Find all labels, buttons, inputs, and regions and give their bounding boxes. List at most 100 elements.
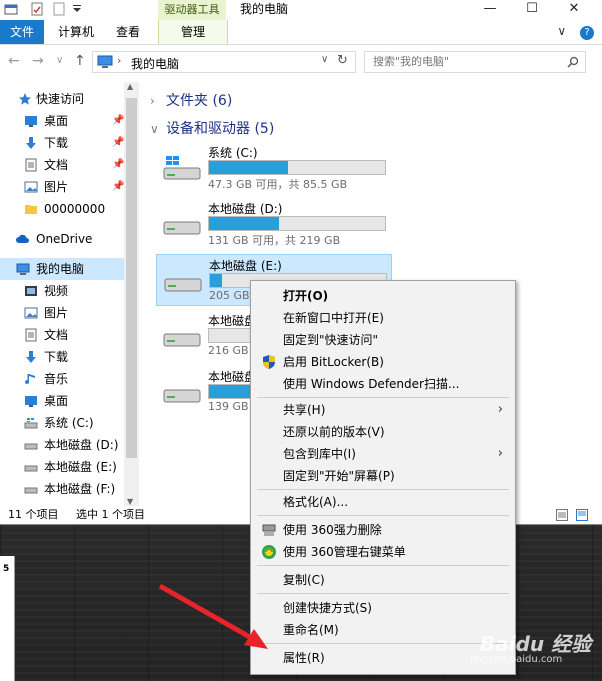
large-icons-view-icon[interactable] xyxy=(576,509,588,521)
maximize-button[interactable]: ☐ xyxy=(512,0,552,18)
menu-item-include-library[interactable]: 包含到库中(I) › xyxy=(251,443,515,465)
refresh-icon[interactable]: ↻ xyxy=(337,53,348,68)
menu-item-pin-start[interactable]: 固定到"开始"屏幕(P) xyxy=(251,465,515,487)
devices-group-header[interactable]: ∨ 设备和驱动器 (5) xyxy=(150,118,274,138)
close-button[interactable]: ✕ xyxy=(554,0,594,18)
folders-group-header[interactable]: › 文件夹 (6) xyxy=(150,90,232,110)
nav-item-downloads[interactable]: 下载 xyxy=(0,346,124,368)
expand-ribbon-icon[interactable]: ∨ xyxy=(557,24,566,38)
folder-icon xyxy=(25,205,37,214)
drive-space-info: 216 GB xyxy=(208,344,249,357)
selection-count: 选中 1 个项目 xyxy=(76,508,145,521)
tab-computer[interactable]: 计算机 xyxy=(54,20,98,44)
nav-item-folder-00000000[interactable]: 00000000 xyxy=(0,198,124,220)
navigation-scrollbar[interactable]: ▲ ▼ xyxy=(124,82,139,506)
nav-item-drive-f[interactable]: 本地磁盘 (F:) xyxy=(0,478,124,500)
properties-icon[interactable] xyxy=(30,2,44,16)
shredder-icon xyxy=(262,524,276,536)
tab-view[interactable]: 查看 xyxy=(108,20,148,44)
chevron-down-icon: ∨ xyxy=(150,122,159,136)
search-icon[interactable] xyxy=(567,56,579,68)
address-bar[interactable]: › 我的电脑 ∨ ↻ xyxy=(92,51,356,73)
drive-c[interactable]: 系统 (C:) 47.3 GB 可用，共 85.5 GB xyxy=(156,142,390,192)
video-icon xyxy=(25,286,37,296)
scroll-up-icon[interactable]: ▲ xyxy=(127,82,133,91)
nav-item-drive-d[interactable]: 本地磁盘 (D:) xyxy=(0,434,124,456)
scrollbar-thumb[interactable] xyxy=(126,98,137,458)
chevron-right-icon: › xyxy=(150,94,155,108)
pin-icon: 📌 xyxy=(112,159,124,170)
menu-item-copy[interactable]: 复制(C) xyxy=(251,569,515,591)
forward-arrow-icon[interactable]: → xyxy=(32,53,44,69)
menu-item-360-delete[interactable]: 使用 360强力删除 xyxy=(251,519,515,541)
tab-manage[interactable]: 管理 xyxy=(158,20,228,44)
menu-item-format[interactable]: 格式化(A)... xyxy=(251,491,515,513)
nav-item-drive-c[interactable]: 系统 (C:) xyxy=(0,412,124,434)
nav-item-onedrive[interactable]: OneDrive xyxy=(0,228,124,250)
new-folder-icon[interactable] xyxy=(52,2,66,16)
drive-name: 本地磁盘 (D:) xyxy=(208,202,283,216)
menu-item-share[interactable]: 共享(H) › xyxy=(251,399,515,421)
menu-item-360-manage[interactable]: 使用 360管理右键菜单 xyxy=(251,541,515,563)
menu-item-pin-quick-access[interactable]: 固定到"快速访问" xyxy=(251,329,515,351)
menu-item-open[interactable]: 打开(O) xyxy=(251,285,515,307)
drive-space-info: 205 GB xyxy=(209,289,250,302)
document-icon xyxy=(25,158,37,172)
drive-tools-tab-title: 驱动器工具 xyxy=(158,0,226,20)
up-arrow-icon[interactable]: ↑ xyxy=(74,53,86,69)
scroll-down-icon[interactable]: ▼ xyxy=(127,497,133,506)
menu-item-create-shortcut[interactable]: 创建快捷方式(S) xyxy=(251,597,515,619)
nav-item-documents[interactable]: 文档 xyxy=(0,324,124,346)
nav-item-desktop[interactable]: 桌面 xyxy=(0,390,124,412)
breadcrumb-separator-icon: › xyxy=(117,54,122,67)
recent-locations-icon[interactable]: ∨ xyxy=(56,55,63,66)
drive-d[interactable]: 本地磁盘 (D:) 131 GB 可用，共 219 GB xyxy=(156,198,390,248)
navigation-bar: ← → ∨ ↑ › 我的电脑 ∨ ↻ 搜索"我的电脑" xyxy=(0,45,602,79)
nav-item-desktop-pinned[interactable]: 桌面 📌 xyxy=(0,110,124,132)
menu-item-restore-versions[interactable]: 还原以前的版本(V) xyxy=(251,421,515,443)
submenu-arrow-icon: › xyxy=(497,402,503,417)
minimize-button[interactable]: — xyxy=(470,0,510,18)
nav-item-music[interactable]: 音乐 xyxy=(0,368,124,390)
desktop-icon xyxy=(25,396,37,407)
details-view-icon[interactable] xyxy=(556,509,568,521)
context-menu: 打开(O) 在新窗口中打开(E) 固定到"快速访问" 启用 BitLocker(… xyxy=(250,280,516,675)
window-title: 我的电脑 xyxy=(240,2,289,16)
address-dropdown-icon[interactable]: ∨ xyxy=(321,54,328,65)
drive-space-info: 131 GB 可用，共 219 GB xyxy=(208,234,341,247)
back-arrow-icon[interactable]: ← xyxy=(8,53,20,69)
nav-item-pictures[interactable]: 图片 xyxy=(0,302,124,324)
nav-item-this-pc[interactable]: 我的电脑 xyxy=(0,258,124,280)
menu-item-bitlocker[interactable]: 启用 BitLocker(B) xyxy=(251,351,515,373)
nav-item-downloads-pinned[interactable]: 下载 📌 xyxy=(0,132,124,154)
drive-name: 本地磁盘 xyxy=(208,370,257,384)
nav-item-documents-pinned[interactable]: 文档 📌 xyxy=(0,154,124,176)
drive-icon xyxy=(163,389,201,403)
item-count: 11 个项目 xyxy=(8,508,59,521)
nav-item-videos[interactable]: 视频 xyxy=(0,280,124,302)
search-placeholder: 搜索"我的电脑" xyxy=(373,55,450,68)
nav-item-quick-access[interactable]: 快速访问 xyxy=(0,88,124,110)
nav-item-pictures-pinned[interactable]: 图片 📌 xyxy=(0,176,124,198)
nav-item-drive-e[interactable]: 本地磁盘 (E:) xyxy=(0,456,124,478)
desktop-icon xyxy=(25,116,37,127)
document-icon xyxy=(25,328,37,342)
shield-icon xyxy=(263,355,275,369)
menu-item-defender-scan[interactable]: 使用 Windows Defender扫描... xyxy=(251,373,515,395)
baidu-watermark: Baidu 经验 jingyan.baidu.com xyxy=(466,622,596,672)
search-input[interactable]: 搜索"我的电脑" xyxy=(364,51,586,73)
menu-separator xyxy=(257,565,509,566)
customize-quick-access-icon[interactable] xyxy=(70,2,84,16)
star-icon xyxy=(19,93,31,105)
drive-icon xyxy=(24,465,38,472)
navigation-pane: 快速访问 桌面 📌 下载 📌 文档 📌 图片 📌 00000000 OneDri… xyxy=(0,82,124,506)
drive-icon xyxy=(163,221,201,235)
360-icon xyxy=(262,545,276,559)
drive-usage-fill xyxy=(209,217,280,230)
help-icon[interactable]: ? xyxy=(580,26,594,40)
tab-file[interactable]: 文件 xyxy=(0,20,44,44)
menu-item-open-new-window[interactable]: 在新窗口中打开(E) xyxy=(251,307,515,329)
paper-text: 5 xyxy=(3,564,10,574)
system-drive-icon xyxy=(163,156,201,180)
download-icon xyxy=(26,351,36,363)
